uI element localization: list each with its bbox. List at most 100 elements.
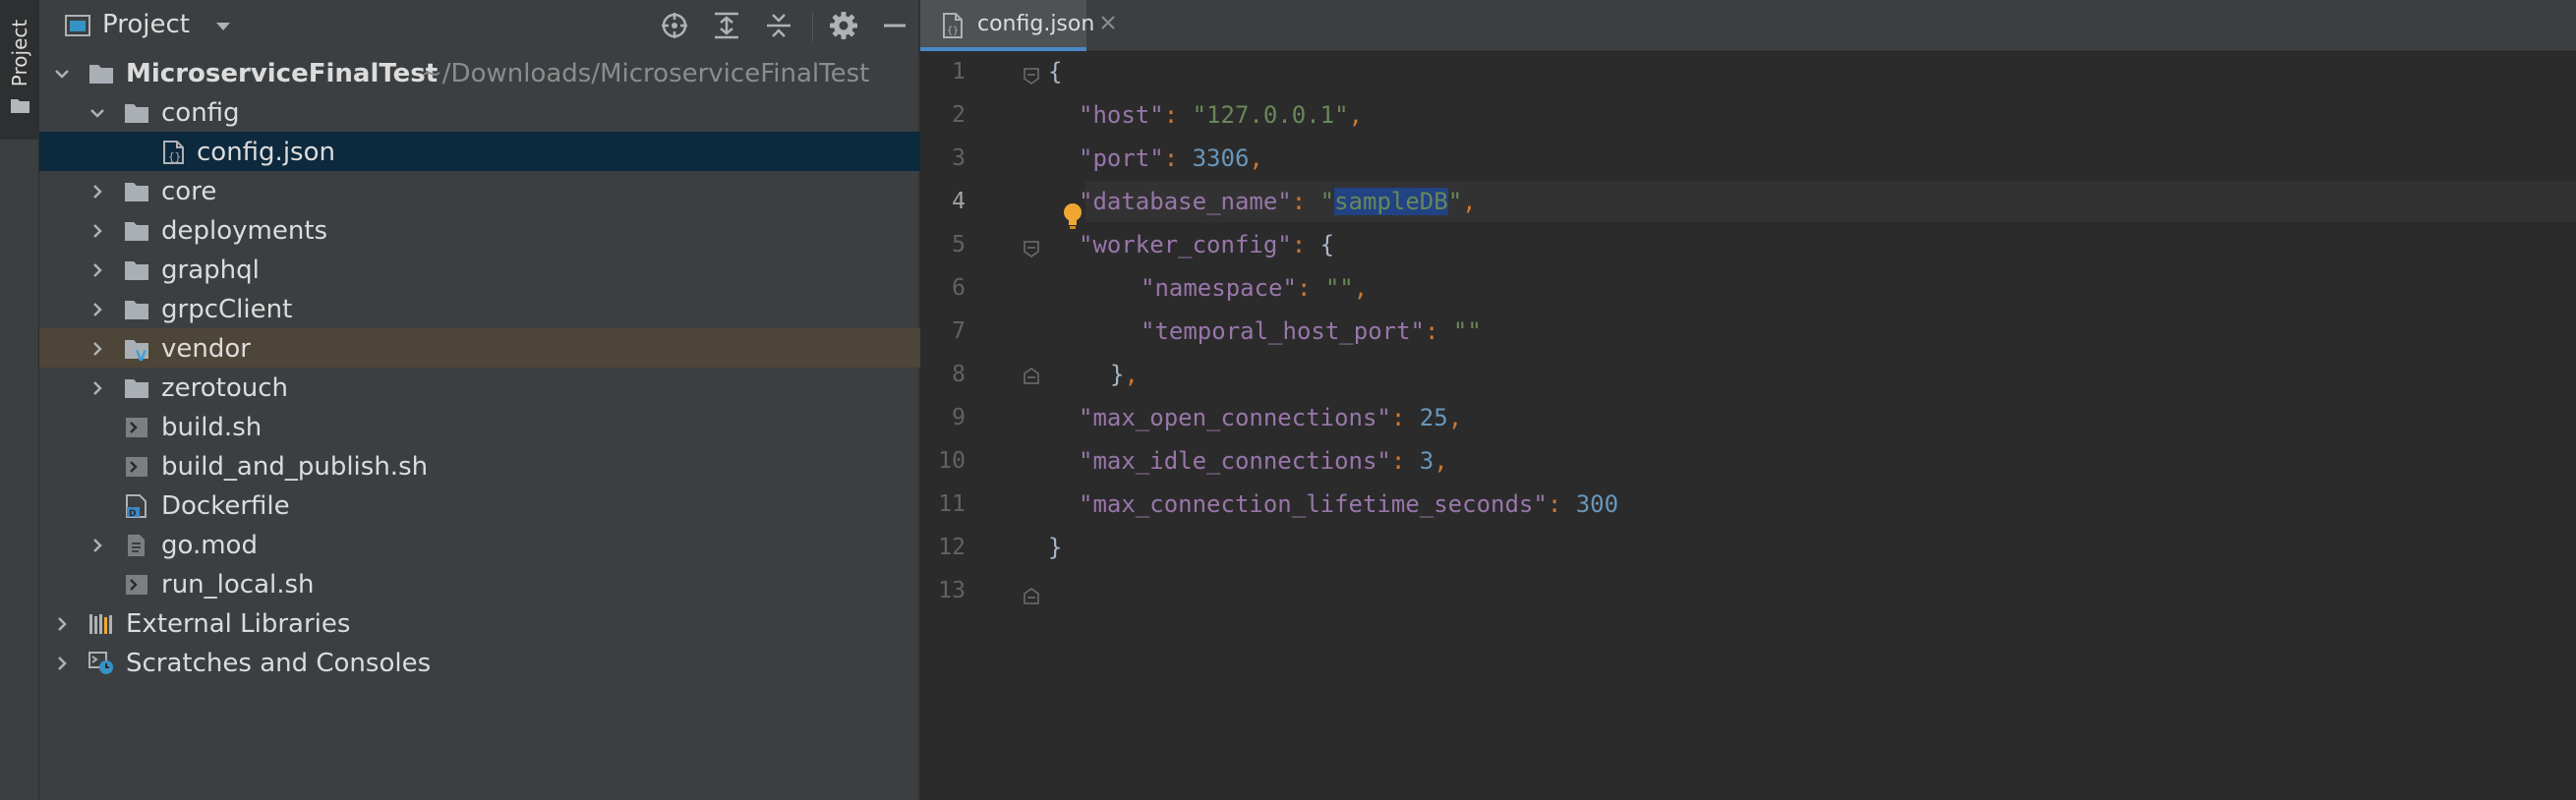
project-panel: Project MicroserviceFinalTest ~/Download… (39, 0, 920, 800)
collapse-all-button[interactable] (763, 10, 794, 41)
json-file-icon: {} (943, 13, 963, 38)
tree-item-label: Dockerfile (161, 491, 290, 521)
tree-item-label: core (161, 177, 217, 206)
line-number: 3 (952, 145, 966, 171)
tree-item-path: ~/Downloads/MicroserviceFinalTest (421, 59, 870, 88)
tree-row-go-mod[interactable]: go.mod (39, 525, 920, 564)
code-line-8: }, (1110, 354, 1139, 395)
project-tool-window-tab[interactable]: Project (0, 0, 39, 140)
code-line-12: } (1048, 527, 1062, 568)
colon: : (1163, 144, 1193, 172)
comma: , (1249, 144, 1263, 172)
libraries-icon (89, 614, 112, 634)
chevron-right-icon[interactable] (88, 261, 106, 279)
tree-row-vendor[interactable]: V vendor (39, 328, 920, 368)
tree-item-label: config (161, 98, 240, 128)
comma: , (1348, 101, 1364, 129)
tree-row-build-and-publish-sh[interactable]: build_and_publish.sh (39, 446, 920, 486)
code-line-2: "host": "127.0.0.1", (1079, 94, 1363, 136)
chevron-down-icon[interactable] (214, 21, 232, 32)
tree-row-config[interactable]: config (39, 92, 920, 132)
close-icon[interactable] (1099, 14, 1117, 31)
project-tab-label: Project (8, 19, 31, 87)
scratches-icon (88, 652, 113, 674)
chevron-right-icon[interactable] (53, 615, 71, 633)
tree-row-run-local-sh[interactable]: run_local.sh (39, 564, 920, 603)
tree-row-scratches-and-consoles[interactable]: Scratches and Consoles (39, 643, 920, 682)
tree-row-external-libraries[interactable]: External Libraries (39, 603, 920, 643)
tree-item-label: Scratches and Consoles (126, 649, 432, 678)
fold-marker-icon[interactable] (1023, 240, 1040, 257)
settings-button[interactable] (828, 10, 859, 41)
tree-row-zerotouch[interactable]: zerotouch (39, 368, 920, 407)
tree-row-core[interactable]: core (39, 171, 920, 210)
tree-item-label: build_and_publish.sh (161, 452, 429, 482)
line-number-gutter: 1 2 3 4 5 6 7 8 9 10 11 12 13 (920, 51, 1082, 800)
tree-item-label: config.json (197, 138, 335, 167)
fold-marker-icon[interactable] (1023, 588, 1040, 605)
line-number: 5 (952, 232, 966, 257)
folder-icon (125, 104, 148, 123)
code-line-9: "max_open_connections": 25, (1079, 397, 1462, 438)
gear-icon (830, 12, 857, 39)
editor-tab-bar: {} config.json (920, 0, 2576, 51)
json-number: 300 (1575, 490, 1619, 518)
brace: } (1048, 534, 1063, 561)
chevron-right-icon[interactable] (53, 655, 71, 672)
tree-item-label: deployments (161, 216, 328, 246)
tab-label: config.json (977, 12, 1095, 36)
chevron-right-icon[interactable] (88, 222, 106, 240)
tree-item-label: run_local.sh (161, 570, 315, 600)
tree-row-config-json[interactable]: {} config.json (39, 132, 920, 171)
tree-item-label: vendor (161, 334, 251, 364)
hide-panel-button[interactable] (879, 10, 910, 41)
comma: , (1462, 188, 1477, 215)
tree-row-dockerfile[interactable]: D Dockerfile (39, 486, 920, 525)
go-mod-icon (128, 535, 145, 556)
selected-text: sampleDB (1334, 188, 1448, 215)
colon: : (1424, 317, 1453, 345)
chevron-right-icon[interactable] (88, 537, 106, 554)
folder-icon (11, 99, 29, 113)
json-key: "temporal_host_port" (1141, 317, 1425, 345)
chevron-right-icon[interactable] (88, 183, 106, 200)
project-panel-title[interactable]: Project (102, 10, 190, 39)
line-number: 1 (952, 59, 966, 85)
json-key: "max_open_connections" (1079, 404, 1391, 431)
json-key: port" (1092, 144, 1164, 172)
tab-config-json[interactable]: {} config.json (920, 0, 1115, 51)
tree-item-label: build.sh (161, 413, 263, 442)
brace: } (1110, 361, 1125, 388)
code-line-10: "max_idle_connections": 3, (1079, 440, 1448, 482)
locate-file-button[interactable] (659, 10, 690, 41)
fold-marker-icon[interactable] (1023, 368, 1040, 385)
svg-text:D: D (129, 509, 136, 518)
tree-row-graphql[interactable]: graphql (39, 250, 920, 289)
chevron-down-icon[interactable] (53, 65, 71, 83)
chevron-right-icon[interactable] (88, 340, 106, 358)
tree-item-label: MicroserviceFinalTest (126, 59, 439, 88)
folder-icon (125, 379, 148, 398)
tree-row-root[interactable]: MicroserviceFinalTest ~/Downloads/Micros… (39, 53, 920, 92)
dockerfile-icon: D (126, 494, 146, 518)
code-line-4: "database_name": "sampleDB", (1079, 181, 1477, 222)
tree-row-grpcclient[interactable]: grpcClient (39, 289, 920, 328)
json-key: "host" (1079, 101, 1164, 129)
line-number: 10 (938, 448, 966, 474)
tree-row-deployments[interactable]: deployments (39, 210, 920, 250)
chevron-down-icon[interactable] (88, 104, 106, 122)
folder-icon (89, 65, 113, 84)
tree-row-build-sh[interactable]: build.sh (39, 407, 920, 446)
brace: { (1319, 231, 1335, 258)
chevron-right-icon[interactable] (88, 379, 106, 397)
json-key: "namespace" (1141, 274, 1297, 302)
svg-text:{}: {} (168, 150, 181, 163)
collapse-all-icon (767, 14, 790, 37)
shell-script-icon (126, 418, 147, 437)
chevron-right-icon[interactable] (88, 301, 106, 318)
expand-all-button[interactable] (711, 10, 742, 41)
code-line-5: "worker_config": { (1079, 224, 1334, 265)
crosshair-icon (662, 13, 687, 38)
fold-marker-icon[interactable] (1023, 67, 1040, 85)
folder-icon (125, 261, 148, 280)
